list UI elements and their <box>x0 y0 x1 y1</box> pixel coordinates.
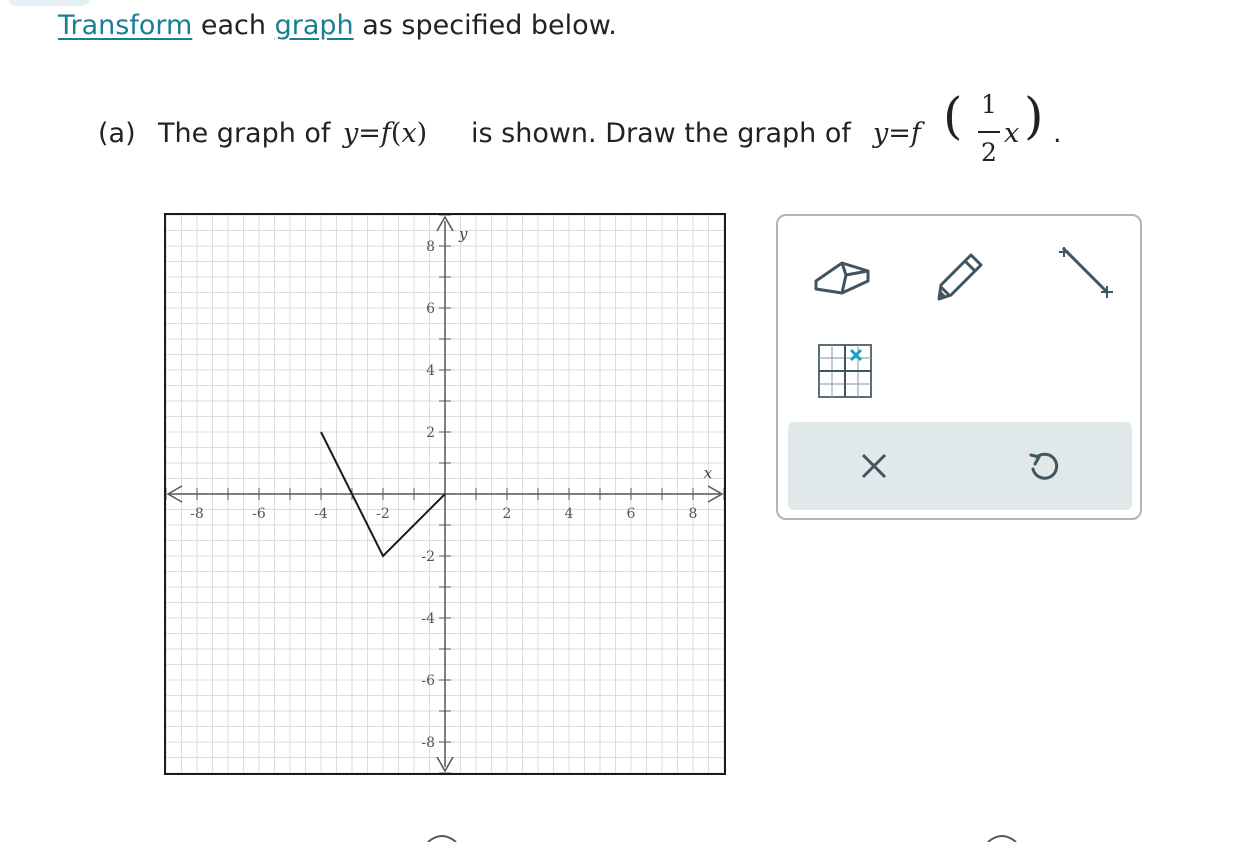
given-function: y=f(x) <box>343 118 428 149</box>
next-part-hint-left <box>422 826 462 842</box>
y-tick-label: -8 <box>421 735 435 751</box>
pencil-tool[interactable] <box>926 238 996 308</box>
right-paren: ) <box>1024 87 1044 145</box>
fraction-variable: x <box>1004 118 1020 149</box>
y-tick-label: -6 <box>421 673 435 689</box>
line-segment-icon <box>1059 246 1113 298</box>
x-axis-label: x <box>704 464 713 482</box>
y-axis-label: y <box>458 225 468 243</box>
question-text-2: is shown. Draw the graph of <box>471 118 851 149</box>
target-function-prefix: y=f <box>873 118 921 149</box>
left-paren: ( <box>943 87 963 145</box>
y-tick-label: -2 <box>421 549 435 565</box>
graph-tool-panel <box>776 214 1142 520</box>
x-tick-label: -6 <box>252 506 266 522</box>
close-icon <box>861 453 887 479</box>
fraction-denominator: 2 <box>981 138 997 167</box>
fraction-numerator: 1 <box>981 90 997 119</box>
y-tick-label: 6 <box>426 301 435 317</box>
instruction-middle: each <box>192 10 275 41</box>
graph-link[interactable]: graph <box>275 10 354 41</box>
instruction-rest: as specified below. <box>353 10 617 41</box>
action-bar <box>788 422 1132 510</box>
line-segment-tool[interactable] <box>1050 238 1120 308</box>
y-tick-label: 4 <box>426 363 435 379</box>
coordinate-plane[interactable]: -8 -6 -4 -2 2 4 6 8 8 6 4 2 -2 -4 -6 -8 x y <box>166 215 724 773</box>
x-tick-label: -8 <box>190 506 204 522</box>
y-tick-label: -4 <box>421 611 435 627</box>
y-tick-label: 2 <box>426 425 435 441</box>
transform-link[interactable]: Transform <box>58 10 192 41</box>
x-tick-label: 2 <box>503 506 512 522</box>
instruction-text: Transform each graph as specified below. <box>58 8 617 44</box>
question-text-1: The graph of <box>158 118 331 149</box>
question-period: . <box>1053 118 1062 149</box>
fraction-bar <box>978 131 1000 133</box>
x-tick-label: -4 <box>314 506 328 522</box>
clear-button[interactable] <box>844 436 904 496</box>
top-tab-indicator <box>8 0 90 6</box>
x-tick-label: -2 <box>376 506 390 522</box>
y-tick-label: 8 <box>426 239 435 255</box>
eraser-icon <box>814 261 870 295</box>
x-tick-label: 6 <box>627 506 636 522</box>
x-tick-label: 4 <box>565 506 574 522</box>
x-tick-label: 8 <box>689 506 698 522</box>
pencil-icon <box>937 253 983 301</box>
question-label: (a) <box>98 118 136 149</box>
question-a: (a) The graph of y=f(x) is shown. Draw t… <box>98 84 1198 184</box>
undo-button[interactable] <box>1014 436 1074 496</box>
graphing-area[interactable]: -8 -6 -4 -2 2 4 6 8 8 6 4 2 -2 -4 -6 -8 x y <box>164 213 726 775</box>
point-grid-icon <box>818 344 872 398</box>
point-grid-tool[interactable] <box>808 334 878 404</box>
eraser-tool[interactable] <box>808 238 878 308</box>
next-part-hint-right <box>982 826 1022 842</box>
undo-icon <box>1029 452 1059 480</box>
